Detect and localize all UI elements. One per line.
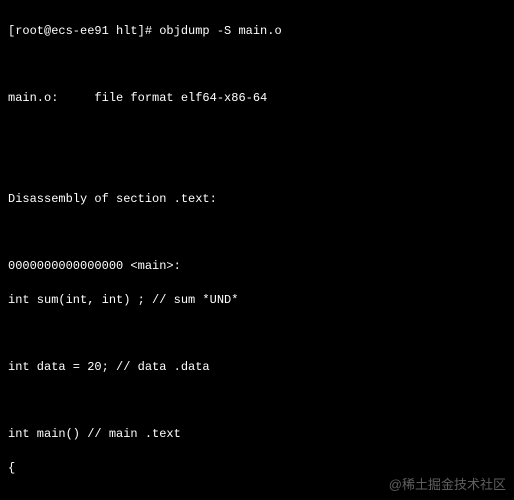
decl-data: int data = 20; // data .data	[8, 359, 506, 376]
disassembly-title: Disassembly of section .text:	[8, 191, 506, 208]
decl-main: int main() // main .text	[8, 426, 506, 443]
symbol-header: 0000000000000000 <main>:	[8, 258, 506, 275]
watermark-text: @稀土掘金技术社区	[389, 476, 506, 494]
terminal-output: [root@ecs-ee91 hlt]# objdump -S main.o m…	[0, 0, 514, 500]
shell-prompt: [root@ecs-ee91 hlt]# objdump -S main.o	[8, 23, 506, 40]
file-info: main.o: file format elf64-x86-64	[8, 90, 506, 107]
brace-open: {	[8, 460, 506, 477]
decl-sum: int sum(int, int) ; // sum *UND*	[8, 292, 506, 309]
